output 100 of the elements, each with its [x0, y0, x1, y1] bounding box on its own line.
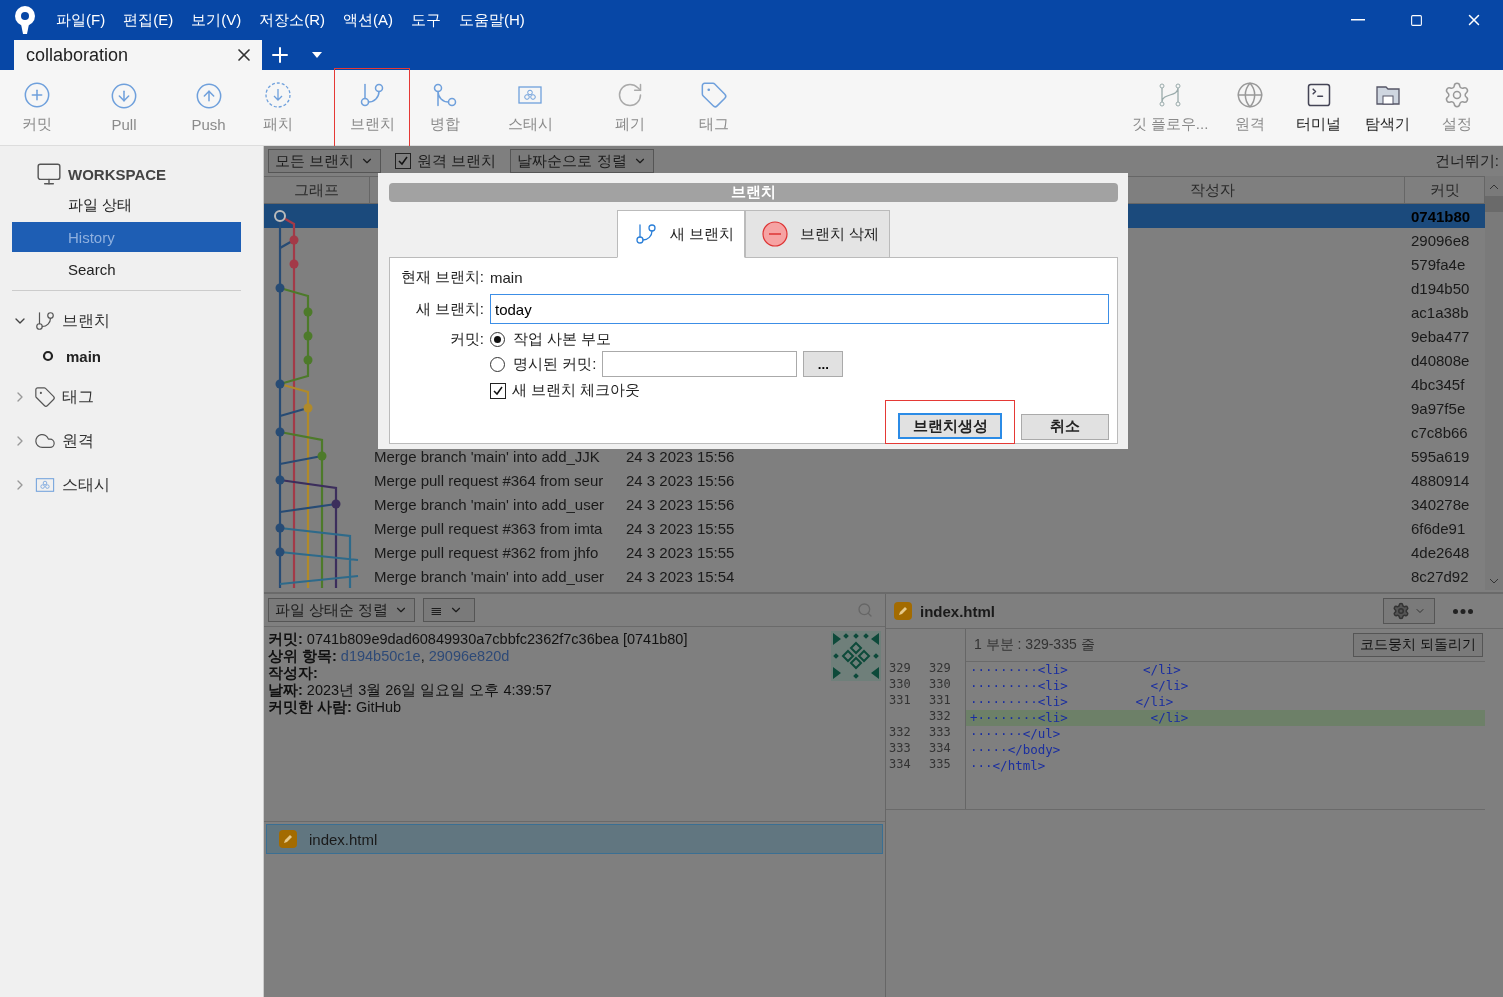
commit-row[interactable]: Merge pull request #362 from jhfo 24 3 2023 15:55 4de2648	[264, 540, 1485, 564]
file-name: index.html	[309, 830, 378, 848]
column-header[interactable]: 그래프	[264, 177, 370, 203]
commit-node[interactable]	[303, 307, 313, 317]
commit-row[interactable]: Merge branch 'main' into add_user 24 3 2023 15:56 340278e	[264, 492, 1485, 516]
menu-item[interactable]: 저장소(R)	[259, 10, 325, 30]
menu-item[interactable]: 보기(V)	[191, 10, 242, 30]
diff-options-dropdown[interactable]	[1383, 598, 1435, 624]
commit-hash: 340278e	[1410, 495, 1471, 513]
code-text: ·······</ul>	[970, 726, 1061, 741]
section-label[interactable]: 원격	[62, 430, 94, 452]
scrollbar[interactable]	[1485, 176, 1503, 590]
commit-node[interactable]	[303, 355, 313, 365]
field-label: 새 브랜치:	[414, 299, 484, 319]
modified-file-icon	[279, 830, 297, 848]
commit-hash: 0741b80	[1410, 207, 1472, 225]
jump-label: 건너뛰기:	[1434, 151, 1499, 171]
sort-dropdown[interactable]: 파일 상태순 정렬	[268, 598, 416, 622]
checkbox-label: 새 브랜치 체크아웃	[512, 381, 641, 400]
separator-text: ,	[420, 648, 425, 665]
branch-icon	[633, 222, 658, 246]
sort-dropdown[interactable]: 날짜순으로 정렬	[510, 149, 654, 173]
section-label[interactable]: 태그	[62, 386, 94, 408]
branch-icon	[34, 310, 56, 332]
scroll-down-icon	[1489, 578, 1499, 584]
line-number: 333	[888, 741, 912, 757]
code-text: +········<li> </li>	[970, 710, 1189, 725]
plus-circle-icon	[23, 81, 51, 109]
scroll-up-icon	[1489, 184, 1499, 190]
branch-filter-dropdown[interactable]: 모든 브랜치	[268, 149, 382, 173]
commit-node[interactable]	[303, 403, 313, 413]
commit-node[interactable]	[275, 547, 285, 557]
commit-node[interactable]	[275, 427, 285, 437]
branch-item[interactable]: main	[66, 347, 101, 365]
current-branch-value: main	[490, 268, 523, 286]
tag-icon	[34, 386, 56, 408]
hunk-header: 1 부분 : 329-335 줄	[974, 636, 1095, 654]
menu-item[interactable]: 도움말(H)	[459, 10, 525, 30]
sidebar-item[interactable]: 파일 상태	[12, 190, 241, 220]
commit-node[interactable]	[275, 379, 285, 389]
dialog-tab[interactable]: 새 브랜치	[616, 210, 745, 258]
section-label[interactable]: 스태시	[62, 474, 110, 496]
search-icon[interactable]	[857, 602, 873, 618]
branch-name-field[interactable]: today	[490, 294, 1109, 324]
line-number: 331	[888, 693, 912, 709]
more-button[interactable]	[1451, 606, 1475, 616]
section-label[interactable]: 브랜치	[62, 310, 110, 332]
tag-icon	[699, 81, 728, 109]
view-dropdown[interactable]: ≣	[423, 598, 476, 622]
line-number: 329	[928, 661, 952, 677]
commit-node[interactable]	[289, 259, 299, 269]
menu-item[interactable]: 도구	[411, 10, 441, 30]
line-number: 329	[888, 661, 912, 677]
commit-date: 24 3 2023 15:56	[625, 447, 735, 465]
sidebar-item[interactable]: Search	[12, 254, 241, 284]
detail-label: 상위 항목:	[268, 648, 337, 665]
commit-node[interactable]	[317, 451, 327, 461]
download-icon	[110, 82, 138, 110]
dialog-tab[interactable]: 브랜치 삭제	[745, 210, 891, 258]
commit-row[interactable]: Merge pull request #364 from seur 24 3 2023 15:56 4880914	[264, 468, 1485, 492]
commit-message: Merge branch 'main' into add_JJK	[373, 447, 600, 465]
commit-message: Merge branch 'main' into add_user	[373, 495, 605, 513]
commit-node[interactable]	[289, 235, 299, 245]
checkbox[interactable]	[395, 153, 412, 169]
section-title: WORKSPACE	[68, 165, 167, 183]
commit-field[interactable]	[602, 351, 798, 377]
commit-message: Merge pull request #362 from jhfo	[373, 543, 599, 561]
menu-item[interactable]: 파일(F)	[56, 10, 106, 30]
commit-node[interactable]	[303, 331, 313, 341]
commit-node[interactable]	[331, 499, 341, 509]
git-flow-icon	[1156, 81, 1184, 109]
repo-tab[interactable]: collaboration	[14, 40, 262, 70]
commit-hash: 595a619	[1410, 447, 1471, 465]
commit-date: 24 3 2023 15:56	[625, 495, 735, 513]
scroll-thumb[interactable]	[1485, 196, 1503, 212]
parent-link[interactable]: d194b50c1e	[340, 648, 421, 665]
dialog-button[interactable]: 브랜치생성	[898, 413, 1002, 439]
upload-icon	[194, 82, 223, 110]
toolbar-button[interactable]: 터미널	[1284, 67, 1353, 148]
commit-node[interactable]	[275, 523, 285, 533]
monitor-icon	[36, 161, 62, 187]
dialog-button[interactable]: 취소	[1021, 413, 1109, 440]
merge-icon	[431, 81, 459, 109]
browse-button[interactable]: ...	[803, 351, 844, 377]
menu-item[interactable]: 편집(E)	[123, 10, 174, 30]
line-number: 332	[888, 725, 912, 741]
checkbox[interactable]	[490, 382, 506, 399]
commit-node[interactable]	[275, 475, 285, 485]
parent-link[interactable]: 29096e820d	[428, 648, 510, 665]
commit-node[interactable]	[275, 283, 285, 293]
sidebar-item[interactable]: History	[12, 222, 241, 252]
commit-node[interactable]	[274, 210, 286, 222]
commit-row[interactable]: Merge pull request #363 from imta 24 3 2023 15:55 6f6de91	[264, 516, 1485, 540]
file-row[interactable]: index.html	[266, 824, 883, 854]
commit-row[interactable]: Merge branch 'main' into add_user 24 3 2023 15:54 8c27d92	[264, 564, 1485, 588]
menu-item[interactable]: 액션(A)	[343, 10, 393, 30]
commit-hash: 9a97f5e	[1410, 399, 1467, 417]
revert-hunk-button[interactable]: 코드뭉치 되돌리기	[1353, 633, 1483, 657]
line-number: 331	[928, 693, 952, 709]
commit-hash: 579fa4e	[1410, 255, 1467, 273]
